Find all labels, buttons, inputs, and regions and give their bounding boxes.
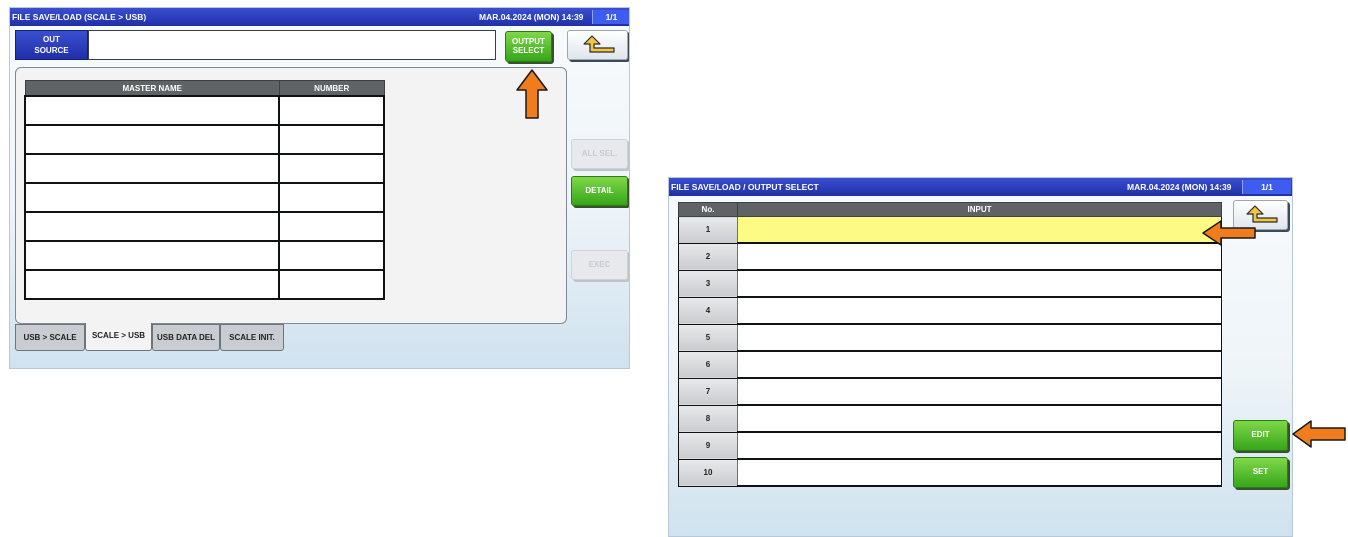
master-name-cell bbox=[23, 124, 281, 155]
number-cell bbox=[278, 95, 385, 126]
table-row[interactable]: 4 bbox=[678, 296, 1222, 325]
table-row[interactable] bbox=[23, 211, 385, 242]
edit-button[interactable]: EDIT bbox=[1233, 420, 1288, 451]
table-row[interactable]: 7 bbox=[678, 377, 1222, 406]
number-cell bbox=[278, 153, 385, 184]
input-cell[interactable] bbox=[737, 296, 1222, 325]
output-select-table: No. INPUT 1 2 3 4 5 6 7 8 9 10 bbox=[678, 202, 1222, 487]
row-number: 10 bbox=[678, 458, 738, 487]
input-cell[interactable] bbox=[737, 431, 1222, 460]
input-cell[interactable] bbox=[737, 242, 1222, 271]
datetime: MAR.04.2024 (MON) 14:39 bbox=[1127, 182, 1232, 192]
master-table: MASTER NAME NUMBER bbox=[23, 80, 385, 300]
table-row[interactable]: 9 bbox=[678, 431, 1222, 460]
row-number: 4 bbox=[678, 296, 738, 325]
row-number: 1 bbox=[678, 216, 738, 244]
number-cell bbox=[278, 182, 385, 213]
out-source-label-line1: OUT bbox=[43, 35, 60, 44]
table-row[interactable]: 2 bbox=[678, 242, 1222, 271]
table-row[interactable] bbox=[23, 95, 385, 126]
number-cell bbox=[278, 211, 385, 242]
table-row-selected[interactable]: 1 bbox=[678, 216, 1222, 244]
input-cell[interactable] bbox=[737, 404, 1222, 433]
number-cell bbox=[278, 124, 385, 155]
row-number: 6 bbox=[678, 350, 738, 379]
back-button[interactable] bbox=[567, 30, 628, 60]
detail-button[interactable]: DETAIL bbox=[571, 176, 628, 206]
table-row[interactable] bbox=[23, 182, 385, 213]
scale-to-usb-screen: FILE SAVE/LOAD (SCALE > USB) MAR.04.2024… bbox=[9, 7, 630, 369]
out-source-label: OUT SOURCE bbox=[15, 30, 88, 60]
input-cell[interactable] bbox=[737, 323, 1222, 352]
input-cell[interactable] bbox=[737, 377, 1222, 406]
row-number: 8 bbox=[678, 404, 738, 433]
master-name-cell bbox=[23, 269, 281, 300]
output-select-button[interactable]: OUTPUT SELECT bbox=[505, 31, 552, 62]
title-bar: FILE SAVE/LOAD / OUTPUT SELECT MAR.04.20… bbox=[669, 178, 1292, 196]
tab-usb-to-scale[interactable]: USB > SCALE bbox=[15, 324, 85, 351]
table-row[interactable]: 3 bbox=[678, 269, 1222, 298]
all-select-button[interactable]: ALL SEL. bbox=[571, 139, 628, 169]
table-row[interactable] bbox=[23, 124, 385, 155]
table-row[interactable] bbox=[23, 269, 385, 300]
table-row[interactable]: 6 bbox=[678, 350, 1222, 379]
row-number: 3 bbox=[678, 269, 738, 298]
master-name-cell bbox=[23, 95, 281, 126]
input-header: INPUT bbox=[737, 202, 1222, 217]
input-cell[interactable] bbox=[737, 350, 1222, 379]
out-source-field[interactable] bbox=[88, 30, 496, 60]
input-cell[interactable] bbox=[737, 216, 1222, 244]
row-number: 7 bbox=[678, 377, 738, 406]
master-name-cell bbox=[23, 211, 281, 242]
master-name-cell bbox=[23, 182, 281, 213]
number-cell bbox=[278, 240, 385, 271]
orange-arrow-icon bbox=[1202, 220, 1256, 246]
no-header: No. bbox=[678, 202, 738, 217]
table-row[interactable]: 5 bbox=[678, 323, 1222, 352]
table-row[interactable] bbox=[23, 240, 385, 271]
master-name-cell bbox=[23, 153, 281, 184]
row-number: 2 bbox=[678, 242, 738, 271]
input-cell[interactable] bbox=[737, 269, 1222, 298]
orange-arrow-icon bbox=[1292, 420, 1346, 448]
number-header: NUMBER bbox=[278, 80, 385, 97]
number-cell bbox=[278, 269, 385, 300]
tab-usb-data-del[interactable]: USB DATA DEL bbox=[152, 324, 220, 351]
table-row[interactable] bbox=[23, 153, 385, 184]
master-name-cell bbox=[23, 240, 281, 271]
output-select-label-2: SELECT bbox=[512, 45, 545, 55]
page-indicator: 1/1 bbox=[592, 10, 629, 24]
row-number: 5 bbox=[678, 323, 738, 352]
title-bar: FILE SAVE/LOAD (SCALE > USB) MAR.04.2024… bbox=[10, 8, 629, 26]
tab-scale-init[interactable]: SCALE INIT. bbox=[220, 324, 284, 351]
orange-arrow-icon bbox=[516, 69, 548, 119]
output-select-screen: FILE SAVE/LOAD / OUTPUT SELECT MAR.04.20… bbox=[668, 177, 1293, 537]
datetime: MAR.04.2024 (MON) 14:39 bbox=[479, 12, 584, 22]
page-indicator: 1/1 bbox=[1242, 180, 1291, 194]
screen-title: FILE SAVE/LOAD (SCALE > USB) bbox=[12, 12, 147, 22]
out-source-label-line2: SOURCE bbox=[34, 46, 69, 55]
master-name-header: MASTER NAME bbox=[24, 80, 280, 97]
tab-scale-to-usb[interactable]: SCALE > USB bbox=[85, 323, 152, 351]
screen-title: FILE SAVE/LOAD / OUTPUT SELECT bbox=[671, 182, 819, 192]
table-row[interactable]: 8 bbox=[678, 404, 1222, 433]
table-row[interactable]: 10 bbox=[678, 458, 1222, 487]
set-button[interactable]: SET bbox=[1233, 457, 1288, 488]
back-arrow-icon bbox=[582, 35, 615, 53]
exec-button[interactable]: EXEC bbox=[571, 250, 628, 280]
row-number: 9 bbox=[678, 431, 738, 460]
input-cell[interactable] bbox=[737, 458, 1222, 487]
